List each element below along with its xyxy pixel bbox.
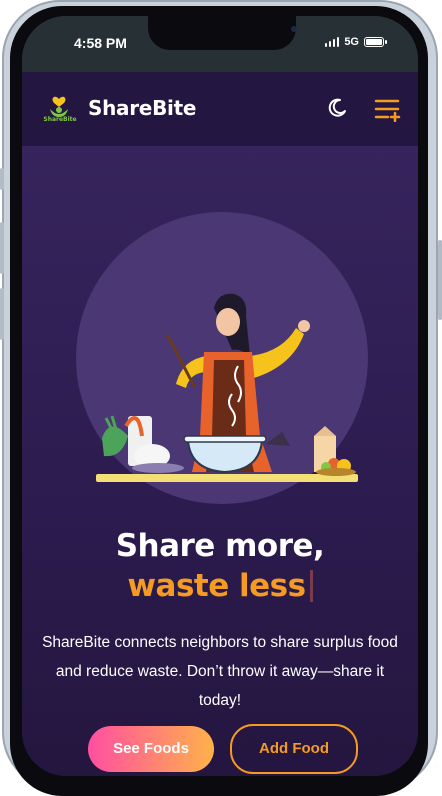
cooking-illustration [96,293,358,482]
screen: 4:58 PM 5G ShareBite ShareBite Share mor… [22,16,418,776]
network-label: 5G [344,36,359,48]
side-button [0,288,4,340]
side-button [0,222,4,274]
headline-accent-text: waste less [127,568,306,604]
see-foods-button[interactable]: See Foods [88,726,214,772]
battery-icon [364,37,387,47]
app-header: ShareBite ShareBite [22,72,418,146]
status-bar: 4:58 PM 5G [22,16,418,72]
menu-plus-icon[interactable] [374,98,402,122]
hero-headline-accent: waste less [22,568,418,604]
hero-headline: Share more, [115,528,325,564]
logo-text: ShareBite [43,116,77,123]
hero-description: ShareBite connects neighbors to share su… [42,634,398,709]
camera-icon [291,26,297,32]
add-food-button[interactable]: Add Food [230,724,358,774]
brand-name[interactable]: ShareBite [88,96,196,120]
side-button [438,240,442,320]
status-time: 4:58 PM [74,35,127,51]
status-indicators: 5G [324,36,387,48]
typing-caret [309,570,313,602]
notch [148,16,297,50]
signal-icon [324,37,340,47]
side-button [0,168,4,190]
moon-icon[interactable] [327,98,347,118]
